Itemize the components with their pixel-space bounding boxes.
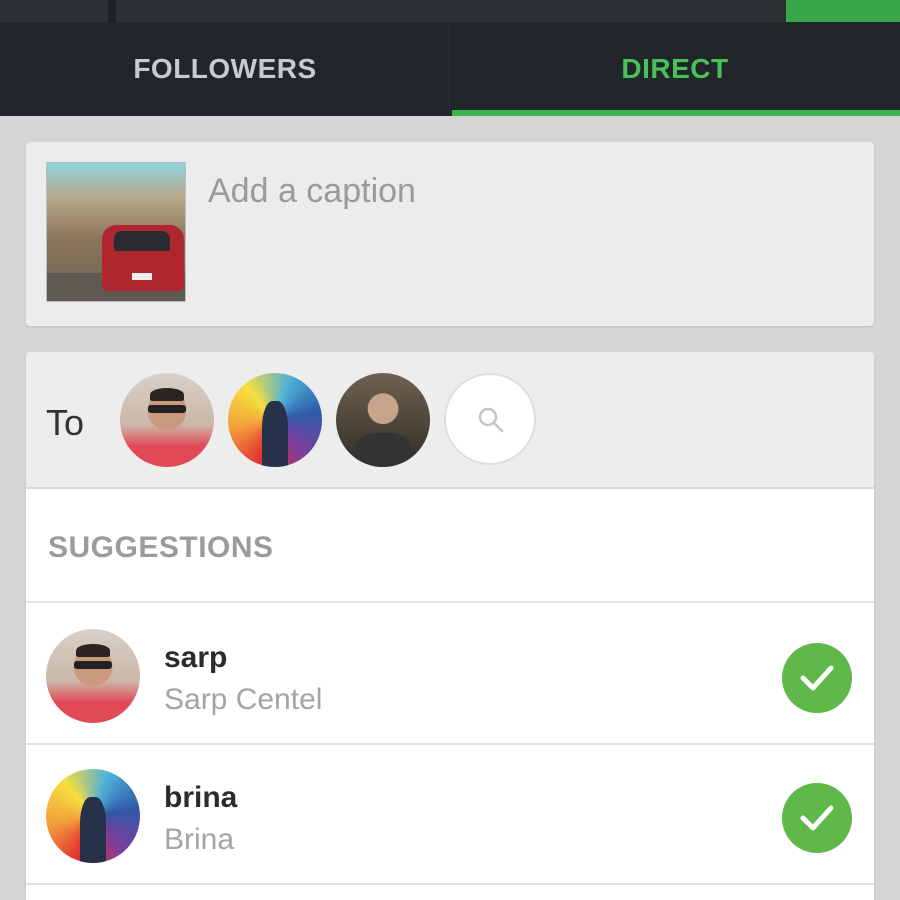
avatar-figure <box>261 401 289 467</box>
suggestion-full-name: Sarp Centel <box>164 683 323 716</box>
status-bar <box>0 0 900 22</box>
avatar <box>46 769 140 863</box>
tab-separator <box>449 24 450 116</box>
thumbnail-car-plate <box>132 273 152 280</box>
recipient-avatar-third[interactable] <box>336 373 430 467</box>
suggestion-username: brina <box>164 781 238 814</box>
selected-check-button[interactable] <box>782 783 852 853</box>
tab-direct[interactable]: DIRECT <box>450 22 900 116</box>
recipient-search-button[interactable] <box>444 373 536 465</box>
recipient-avatar-sarp[interactable] <box>120 373 214 467</box>
suggestions-header: SUGGESTIONS <box>26 491 874 603</box>
avatar-figure <box>79 797 107 863</box>
thumbnail-car <box>102 225 184 291</box>
to-label: To <box>46 402 85 443</box>
caption-input[interactable] <box>208 172 848 211</box>
thumbnail-car-window <box>114 231 170 251</box>
avatar <box>46 629 140 723</box>
tab-bar: FOLLOWERS DIRECT <box>0 22 900 116</box>
suggestion-row[interactable]: brina Brina <box>26 745 874 885</box>
caption-card <box>26 142 874 326</box>
recipients-card: To SUGGESTIONS sarp Sarp Centel brina Br… <box>26 352 874 900</box>
status-bar-accent <box>786 0 900 22</box>
suggestion-row[interactable]: sarp Sarp Centel <box>26 605 874 745</box>
photo-thumbnail <box>46 162 186 302</box>
avatar-shirt <box>354 433 412 467</box>
checkmark-icon <box>800 665 834 691</box>
recipient-avatar-brina[interactable] <box>228 373 322 467</box>
avatar-hair <box>76 644 110 658</box>
status-bar-divider <box>108 0 116 22</box>
search-icon <box>478 407 504 433</box>
recipients-row: To <box>26 352 874 489</box>
avatar-hair <box>150 388 184 402</box>
avatar-glasses <box>74 660 112 670</box>
suggestion-full-name: Brina <box>164 823 235 856</box>
suggestions-heading: SUGGESTIONS <box>48 531 274 564</box>
suggestion-username: sarp <box>164 641 228 674</box>
tab-followers[interactable]: FOLLOWERS <box>0 22 450 116</box>
checkmark-icon <box>800 805 834 831</box>
selected-check-button[interactable] <box>782 643 852 713</box>
avatar-glasses <box>148 404 186 414</box>
